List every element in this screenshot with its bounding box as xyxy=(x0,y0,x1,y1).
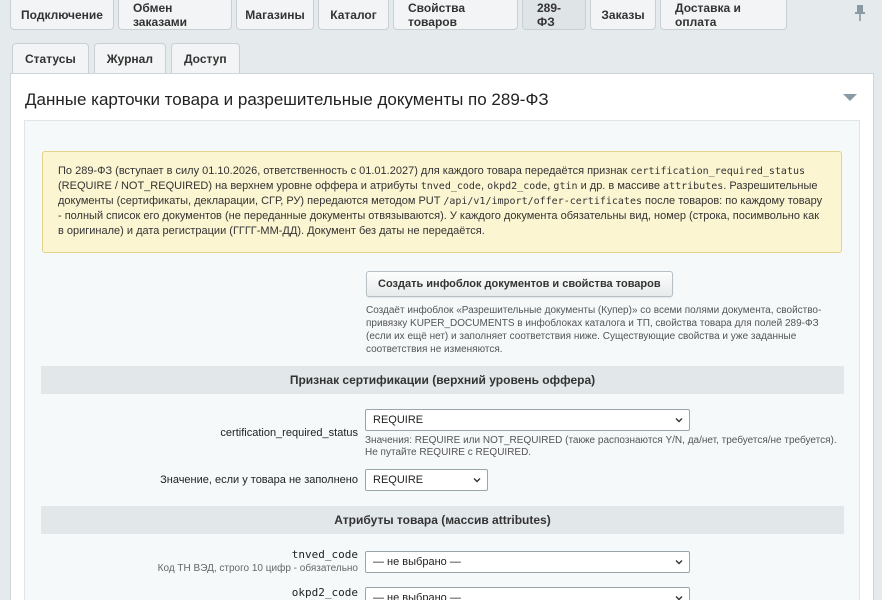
default-value-select[interactable]: REQUIRE xyxy=(365,469,488,491)
collapse-triangle-icon[interactable] xyxy=(843,94,857,101)
top-tab-bar: Подключение Обмен заказами Магазины Ката… xyxy=(10,0,787,30)
tab-connection[interactable]: Подключение xyxy=(10,0,114,30)
chevron-down-icon xyxy=(675,596,683,600)
tab-catalog[interactable]: Каталог xyxy=(318,0,389,30)
default-value-value: REQUIRE xyxy=(373,474,424,486)
chevron-down-icon xyxy=(675,560,683,565)
certification-status-hint: Значения: REQUIRE или NOT_REQUIRED (такж… xyxy=(365,435,837,458)
certification-status-value: REQUIRE xyxy=(373,414,424,426)
default-value-label: Значение, если у товара не заполнено xyxy=(160,474,358,486)
certification-status-select[interactable]: REQUIRE xyxy=(365,409,690,431)
tnved-code-value: — не выбрано — xyxy=(373,556,461,568)
tab-orders[interactable]: Заказы xyxy=(590,0,656,30)
panel-title: Данные карточки товара и разрешительные … xyxy=(25,90,549,109)
subtab-access[interactable]: Доступ xyxy=(170,43,240,73)
tab-289fz[interactable]: 289-ФЗ xyxy=(522,0,586,30)
info-note: По 289-ФЗ (вступает в силу 01.10.2026, о… xyxy=(42,151,842,253)
section-attributes-header: Атрибуты товара (массив attributes) xyxy=(41,506,844,534)
create-infoblock-description: Создаёт инфоблок «Разрешительные докумен… xyxy=(366,305,822,355)
chevron-down-icon xyxy=(675,418,683,423)
okpd2-code-label: okpd2_code xyxy=(291,586,358,599)
section-certification-header: Признак сертификации (верхний уровень оф… xyxy=(41,366,844,394)
chevron-down-icon xyxy=(473,478,481,483)
okpd2-code-value: — не выбрано — xyxy=(373,592,461,600)
panel-content: По 289-ФЗ (вступает в силу 01.10.2026, о… xyxy=(24,120,860,600)
tab-product-properties[interactable]: Свойства товаров xyxy=(393,0,518,30)
tab-shops[interactable]: Магазины xyxy=(236,0,314,30)
tnved-code-sublabel: Код ТН ВЭД, строго 10 цифр - обязательно xyxy=(157,563,358,574)
create-infoblock-button[interactable]: Создать инфоблок документов и свойства т… xyxy=(366,271,673,297)
tnved-code-label: tnved_code xyxy=(291,548,358,561)
pin-icon[interactable] xyxy=(854,4,866,22)
tab-delivery-payment[interactable]: Доставка и оплата xyxy=(660,0,787,30)
certification-status-label: certification_required_status xyxy=(220,427,358,439)
settings-panel: Данные карточки товара и разрешительные … xyxy=(10,73,874,600)
subtab-statuses[interactable]: Статусы xyxy=(12,43,89,73)
tab-order-exchange[interactable]: Обмен заказами xyxy=(118,0,232,30)
okpd2-code-select[interactable]: — не выбрано — xyxy=(365,587,690,600)
sub-tab-bar: Статусы Журнал Доступ xyxy=(12,43,240,73)
tnved-code-select[interactable]: — не выбрано — xyxy=(365,551,690,573)
subtab-journal[interactable]: Журнал xyxy=(93,43,166,73)
